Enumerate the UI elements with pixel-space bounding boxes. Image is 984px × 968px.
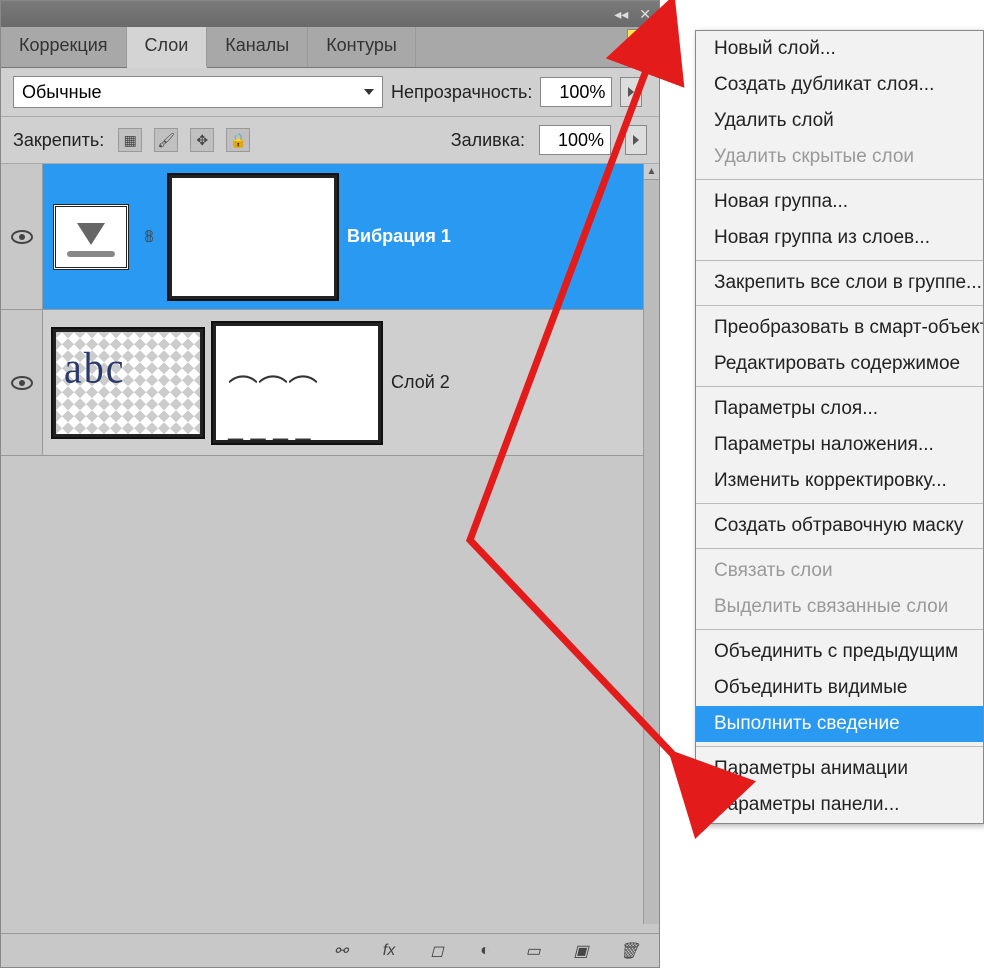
menu-item[interactable]: Новая группа... [696,184,983,220]
menu-item[interactable]: Закрепить все слои в группе... [696,265,983,301]
lock-all-icon[interactable]: 🔒 [226,128,250,152]
lock-transparency-icon[interactable]: ▦ [118,128,142,152]
menu-separator [696,746,983,747]
menu-item[interactable]: Редактировать содержимое [696,346,983,382]
tab-channels[interactable]: Каналы [207,27,308,67]
menu-item[interactable]: Преобразовать в смарт-объект [696,310,983,346]
fx-icon[interactable]: fx [377,940,401,962]
menu-item[interactable]: Объединить видимые [696,670,983,706]
menu-item[interactable]: Параметры наложения... [696,427,983,463]
chevron-down-icon [364,89,374,95]
panel-tabs: Коррекция Слои Каналы Контуры [1,27,659,68]
fill-input[interactable] [539,125,611,155]
menu-item[interactable]: Новый слой... [696,31,983,67]
lock-label: Закрепить: [13,130,104,151]
layer-name[interactable]: Вибрация 1 [347,226,451,247]
blend-mode-value: Обычные [22,82,102,103]
layer-name[interactable]: Слой 2 [391,372,450,393]
lock-fill-row: Закрепить: ▦ 🖌 ✥ 🔒 Заливка: [1,117,659,164]
menu-separator [696,548,983,549]
layers-scrollbar[interactable]: ▲ [643,164,659,924]
menu-item[interactable]: Создать обтравочную маску [696,508,983,544]
visibility-eye-icon[interactable] [11,230,33,244]
menu-item[interactable]: Объединить с предыдущим [696,634,983,670]
menu-item[interactable]: Создать дубликат слоя... [696,67,983,103]
mask-thumb[interactable] [169,175,337,299]
tab-paths[interactable]: Контуры [308,27,416,67]
menu-separator [696,305,983,306]
opacity-flyout-button[interactable] [620,77,642,107]
folder-icon[interactable]: ▭ [521,940,545,962]
tab-correction[interactable]: Коррекция [1,27,127,67]
menu-item[interactable]: Выполнить сведение [696,706,983,742]
blend-mode-select[interactable]: Обычные [13,76,383,108]
layers-panel: ◂◂ ✕ Коррекция Слои Каналы Контуры Обычн… [0,0,660,968]
menu-item[interactable]: Параметры слоя... [696,391,983,427]
lock-pixels-icon[interactable]: 🖌 [154,128,178,152]
blend-opacity-row: Обычные Непрозрачность: [1,68,659,117]
menu-item[interactable]: Изменить корректировку... [696,463,983,499]
menu-item[interactable]: Новая группа из слоев... [696,220,983,256]
panel-context-menu: Новый слой...Создать дубликат слоя...Уда… [695,30,984,824]
layer-thumb[interactable]: abc [53,329,203,437]
menu-separator [696,260,983,261]
layer-row-vibration[interactable]: 𝟠 Вибрация 1 [1,164,659,310]
menu-item: Выделить связанные слои [696,589,983,625]
trash-icon[interactable]: 🗑 [617,940,641,962]
collapse-icon[interactable]: ◂◂ [611,6,631,23]
layers-list: 𝟠 Вибрация 1 abc ⌒⌒⌒_ _ _ _ Слой 2 ▲ [1,164,659,924]
link-layers-icon[interactable]: ⚯ [329,940,353,962]
titlebar: ◂◂ ✕ [1,1,659,27]
close-icon[interactable]: ✕ [636,6,654,23]
menu-item[interactable]: Параметры анимации [696,751,983,787]
fill-label: Заливка: [451,130,525,151]
opacity-input[interactable] [540,77,612,107]
lock-position-icon[interactable]: ✥ [190,128,214,152]
mask-icon[interactable]: ◻ [425,940,449,962]
menu-item: Удалить скрытые слои [696,139,983,175]
menu-item: Связать слои [696,553,983,589]
layer-row-2[interactable]: abc ⌒⌒⌒_ _ _ _ Слой 2 [1,310,659,456]
layers-bottom-bar: ⚯ fx ◻ ◐ ▭ ▣ 🗑 [1,933,659,967]
menu-item[interactable]: Параметры панели... [696,787,983,823]
menu-separator [696,503,983,504]
mask-thumb-2[interactable]: ⌒⌒⌒_ _ _ _ [213,323,381,443]
adjustment-thumb[interactable] [53,204,129,270]
flyout-menu-button[interactable] [627,29,657,59]
opacity-label: Непрозрачность: [391,82,532,103]
menu-separator [696,179,983,180]
link-icon: 𝟠 [139,223,159,251]
adjustment-icon[interactable]: ◐ [473,940,497,962]
tab-layers[interactable]: Слои [127,27,208,68]
menu-item[interactable]: Удалить слой [696,103,983,139]
menu-separator [696,629,983,630]
scroll-up-icon[interactable]: ▲ [644,164,659,180]
new-layer-icon[interactable]: ▣ [569,940,593,962]
menu-separator [696,386,983,387]
lock-icons: ▦ 🖌 ✥ 🔒 [118,128,250,152]
visibility-eye-icon[interactable] [11,376,33,390]
fill-flyout-button[interactable] [625,125,647,155]
